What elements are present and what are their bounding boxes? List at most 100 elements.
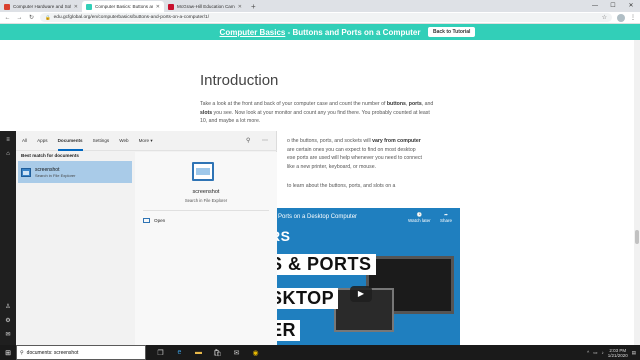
- reload-icon[interactable]: ↻: [28, 14, 35, 21]
- taskbar: ⊞ ⚲ documents: screenshot ❐ e ▬ 🛍 ✉ ◉ ^ …: [0, 345, 640, 360]
- text: are certain ones you can expect to find …: [287, 146, 416, 153]
- volume-icon[interactable]: ♪: [601, 350, 603, 355]
- article-heading: Introduction: [200, 72, 279, 89]
- back-to-tutorial-button[interactable]: Back to Tutorial: [428, 27, 476, 37]
- text: you see. Now look at your monitor and co…: [200, 109, 430, 125]
- url-bar[interactable]: 🔒 edu.gcfglobal.org/en/computerbasics/bu…: [40, 13, 612, 22]
- video-headline: S & PORTS: [266, 254, 376, 275]
- file-explorer-icon: [21, 167, 31, 177]
- address-bar-row: ← → ↻ 🔒 edu.gcfglobal.org/en/computerbas…: [0, 12, 640, 24]
- share-label: Share: [440, 218, 453, 223]
- feedback-pin-icon[interactable]: ⚲: [246, 131, 250, 151]
- tab-settings[interactable]: Settings: [93, 131, 110, 151]
- watch-later-label: Watch later: [408, 218, 431, 223]
- page-header-banner: Computer Basics - Buttons and Ports on a…: [0, 24, 640, 40]
- article-paragraph-1: Take a look at the front and back of you…: [200, 100, 434, 126]
- windows-search-panel: All Apps Documents Settings Web More ▾ ⚲…: [16, 131, 277, 345]
- tab-apps[interactable]: Apps: [37, 131, 47, 151]
- article-paragraph-3: to learn about the buttons, ports, and s…: [287, 183, 396, 189]
- settings-gear-icon[interactable]: ⚙: [4, 317, 12, 324]
- text: Take a look at the front and back of you…: [200, 101, 387, 107]
- browser-tab[interactable]: Computer Hardware and Softw... ✕: [0, 1, 82, 12]
- taskbar-clock[interactable]: 2:03 PM 1/21/2020: [608, 348, 628, 358]
- browser-tab-active[interactable]: Computer Basics: Buttons and P... ✕: [82, 1, 164, 12]
- chrome-icon[interactable]: ◉: [251, 349, 260, 357]
- video-title[interactable]: Ports on a Desktop Computer: [278, 214, 357, 220]
- detail-subtitle: Search in File Explorer: [184, 198, 228, 203]
- close-window-button[interactable]: ✕: [622, 0, 640, 12]
- taskbar-search-box[interactable]: ⚲ documents: screenshot: [16, 345, 146, 360]
- watch-later-button[interactable]: 🕓 Watch later: [408, 212, 431, 223]
- mail-icon[interactable]: ✉: [232, 349, 241, 357]
- window-controls: — ☐ ✕: [586, 0, 640, 12]
- search-result-item[interactable]: screenshot Search in File Explorer: [18, 161, 132, 183]
- tab-favicon-icon: [168, 3, 174, 10]
- search-icon: ⚲: [20, 349, 24, 356]
- back-arrow-icon[interactable]: ←: [4, 15, 11, 21]
- tab-web[interactable]: Web: [119, 131, 128, 151]
- file-explorer-taskbar-icon[interactable]: ▬: [194, 349, 203, 356]
- page-scrollbar[interactable]: [634, 40, 640, 345]
- home-icon[interactable]: ⌂: [4, 151, 12, 157]
- detail-name: screenshot: [192, 189, 220, 195]
- computer-basics-link[interactable]: Computer Basics: [220, 28, 286, 37]
- tab-documents[interactable]: Documents: [57, 131, 83, 151]
- edge-browser-icon[interactable]: e: [175, 349, 184, 356]
- hamburger-menu-icon[interactable]: ≡: [4, 137, 12, 143]
- share-button[interactable]: ➦ Share: [440, 212, 452, 223]
- close-tab-icon[interactable]: ✕: [238, 4, 242, 10]
- clock-time: 2:03 PM: [609, 347, 627, 353]
- open-action[interactable]: Open: [143, 218, 165, 223]
- bold-text: buttons: [386, 101, 406, 107]
- browser-tab[interactable]: McGraw-Hill Education Campus ✕: [164, 1, 246, 12]
- article-paragraph-2: o the buttons, ports, and sockets will v…: [287, 137, 437, 171]
- new-tab-button[interactable]: +: [246, 1, 261, 12]
- result-text: screenshot Search in File Explorer: [35, 167, 75, 178]
- url-text: edu.gcfglobal.org/en/computerbasics/butt…: [53, 15, 210, 20]
- maximize-button[interactable]: ☐: [604, 0, 622, 12]
- feedback-icon[interactable]: ✉: [4, 331, 12, 338]
- start-left-rail: ≡ ⌂ ♙ ⚙ ✉: [0, 131, 16, 345]
- open-label: Open: [154, 218, 166, 223]
- open-icon: [143, 218, 150, 223]
- notifications-icon[interactable]: ▤: [632, 350, 636, 356]
- tray-chevron-icon[interactable]: ^: [587, 350, 589, 355]
- tab-label: Computer Hardware and Softw...: [13, 4, 71, 9]
- bookmark-star-icon[interactable]: ☆: [602, 14, 607, 21]
- network-icon[interactable]: ▭: [593, 350, 597, 356]
- more-options-icon[interactable]: ⋯: [262, 131, 268, 151]
- browser-tab-strip: Computer Hardware and Softw... ✕ Compute…: [0, 0, 640, 12]
- search-input[interactable]: documents: screenshot: [27, 350, 79, 356]
- close-tab-icon[interactable]: ✕: [156, 4, 160, 10]
- text: like a new printer, keyboard, or mouse.: [287, 163, 377, 170]
- lock-icon: 🔒: [45, 14, 51, 20]
- tab-label: McGraw-Hill Education Campus: [177, 4, 235, 9]
- page-title: Computer Basics - Buttons and Ports on a…: [220, 28, 421, 37]
- scrollbar-thumb[interactable]: [635, 230, 639, 244]
- bold-text: slots: [200, 109, 213, 116]
- play-button[interactable]: ▶: [350, 286, 372, 302]
- user-icon[interactable]: ♙: [4, 303, 12, 310]
- tab-favicon-icon: [4, 3, 10, 10]
- result-detail-pane: screenshot Search in File Explorer Open: [135, 152, 277, 345]
- close-tab-icon[interactable]: ✕: [74, 4, 78, 10]
- store-icon[interactable]: 🛍: [213, 349, 222, 357]
- task-view-icon[interactable]: ❐: [156, 349, 165, 357]
- bold-text: vary from computer: [372, 138, 421, 144]
- windows-start-icon[interactable]: ⊞: [0, 345, 16, 360]
- profile-avatar[interactable]: [617, 13, 625, 22]
- text: ese ports are used will help whenever yo…: [287, 155, 422, 161]
- text: , and: [421, 101, 434, 107]
- video-player[interactable]: Ports on a Desktop Computer 🕓 Watch late…: [262, 208, 460, 350]
- taskbar-pinned-apps: ❐ e ▬ 🛍 ✉ ◉: [156, 349, 260, 357]
- bold-text: ports: [408, 101, 422, 107]
- tab-more[interactable]: More ▾: [139, 131, 153, 151]
- forward-arrow-icon[interactable]: →: [16, 15, 23, 21]
- tab-label: Computer Basics: Buttons and P...: [95, 4, 153, 9]
- clock-date: 1/21/2020: [607, 352, 628, 358]
- text: o the buttons, ports, and sockets will: [287, 138, 373, 144]
- divider: [143, 210, 269, 211]
- browser-menu-icon[interactable]: ⋮: [630, 14, 636, 21]
- tab-all[interactable]: All: [22, 131, 27, 151]
- minimize-button[interactable]: —: [586, 0, 604, 12]
